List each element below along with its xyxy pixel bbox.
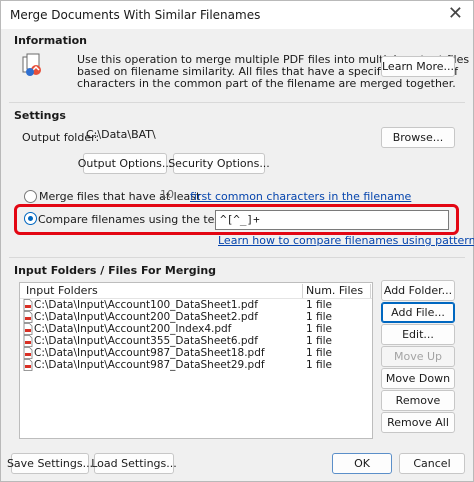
list-item[interactable]: C:\Data\Input\Account987_DataSheet29.pdf… <box>20 359 372 371</box>
file-count: 1 file <box>306 335 333 347</box>
file-path: C:\Data\Input\Account200_DataSheet2.pdf <box>34 311 258 323</box>
output-folder-value[interactable]: C:\Data\BAT\ <box>86 128 156 141</box>
list-item[interactable]: C:\Data\Input\Account987_DataSheet18.pdf… <box>20 347 372 359</box>
save-settings-button[interactable]: Save Settings... <box>7 453 93 474</box>
file-count: 1 file <box>306 311 333 323</box>
pdf-file-icon <box>23 359 33 371</box>
load-settings-button[interactable]: Load Settings... <box>91 453 177 474</box>
pdf-file-icon <box>23 335 33 347</box>
merge-by-count-label[interactable]: Merge files that have at least <box>39 190 200 203</box>
remove-all-button[interactable]: Remove All <box>381 412 455 433</box>
pattern-input[interactable]: ^[^_]+ <box>215 210 449 230</box>
information-heading: Information <box>14 34 87 47</box>
close-icon[interactable]: ✕ <box>448 5 463 23</box>
divider <box>9 257 465 258</box>
security-options-button[interactable]: Security Options... <box>168 153 270 174</box>
add-folder-button[interactable]: Add Folder... <box>381 280 455 301</box>
merge-by-pattern-radio[interactable] <box>24 212 37 225</box>
file-path: C:\Data\Input\Account200_Index4.pdf <box>34 323 232 335</box>
pdf-file-icon <box>23 299 33 311</box>
pattern-help-link[interactable]: Learn how to compare filenames using pat… <box>218 234 474 247</box>
file-count: 1 file <box>306 299 333 311</box>
file-count: 1 file <box>306 359 333 371</box>
pdf-file-icon <box>23 347 33 359</box>
file-path: C:\Data\Input\Account100_DataSheet1.pdf <box>34 299 258 311</box>
browse-button[interactable]: Browse... <box>381 127 455 148</box>
info-line: characters in the common part of the fil… <box>77 77 456 90</box>
ok-button[interactable]: OK <box>332 453 392 474</box>
merge-by-count-radio[interactable] <box>24 190 37 203</box>
merge-dialog: Merge Documents With Similar Filenames ✕… <box>0 0 474 482</box>
merge-by-count-value[interactable]: 10 <box>160 188 174 201</box>
input-heading: Input Folders / Files For Merging <box>14 264 217 277</box>
add-file-button[interactable]: Add File... <box>381 302 455 323</box>
list-item[interactable]: C:\Data\Input\Account355_DataSheet6.pdf … <box>20 335 372 347</box>
file-count: 1 file <box>306 347 333 359</box>
list-item[interactable]: C:\Data\Input\Account200_Index4.pdf 1 fi… <box>20 323 372 335</box>
column-header-input-folders[interactable]: Input Folders <box>26 284 98 297</box>
list-item[interactable]: C:\Data\Input\Account200_DataSheet2.pdf … <box>20 311 372 323</box>
cancel-button[interactable]: Cancel <box>399 453 465 474</box>
info-icon <box>21 53 43 77</box>
divider <box>9 102 465 103</box>
list-item[interactable]: C:\Data\Input\Account100_DataSheet1.pdf … <box>20 299 372 311</box>
move-up-button[interactable]: Move Up <box>381 346 455 367</box>
learn-more-button[interactable]: Learn More... <box>381 56 455 77</box>
window-title: Merge Documents With Similar Filenames <box>10 8 261 22</box>
file-path: C:\Data\Input\Account987_DataSheet29.pdf <box>34 359 265 371</box>
file-path: C:\Data\Input\Account987_DataSheet18.pdf <box>34 347 265 359</box>
column-header-num-files[interactable]: Num. Files <box>306 284 363 297</box>
remove-button[interactable]: Remove <box>381 390 455 411</box>
file-path: C:\Data\Input\Account355_DataSheet6.pdf <box>34 335 258 347</box>
column-separator[interactable] <box>302 284 303 298</box>
column-separator[interactable] <box>370 284 371 298</box>
pdf-file-icon <box>23 311 33 323</box>
settings-heading: Settings <box>14 109 66 122</box>
common-characters-link[interactable]: first common characters in the filename <box>190 190 411 203</box>
edit-button[interactable]: Edit... <box>381 324 455 345</box>
list-header: Input Folders Num. Files <box>20 283 372 299</box>
move-down-button[interactable]: Move Down <box>381 368 455 389</box>
file-count: 1 file <box>306 323 333 335</box>
input-files-list[interactable]: Input Folders Num. Files C:\Data\Input\A… <box>19 282 373 439</box>
pdf-file-icon <box>23 323 33 335</box>
title-bar: Merge Documents With Similar Filenames ✕ <box>1 1 473 29</box>
output-options-button[interactable]: Output Options... <box>78 153 172 174</box>
